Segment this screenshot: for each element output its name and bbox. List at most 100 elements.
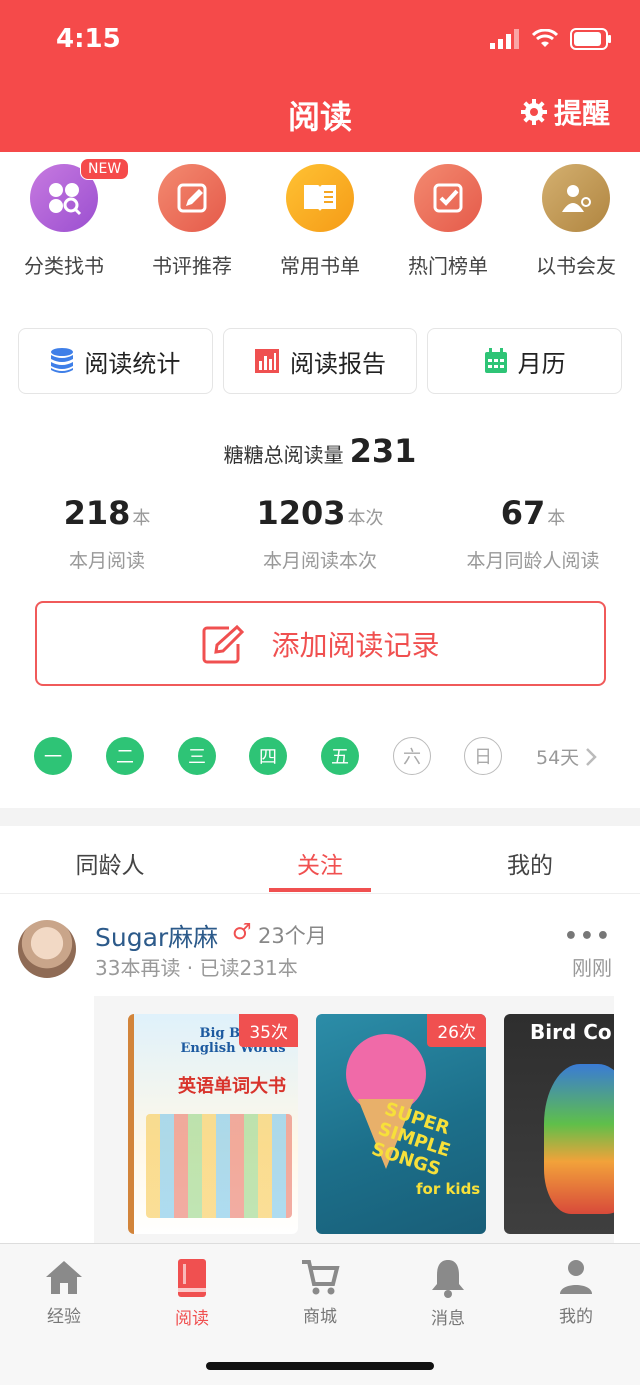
quick-item-label: 以书会友: [536, 254, 616, 278]
quick-item-category[interactable]: NEW 分类找书: [0, 158, 130, 279]
app-header: 4:15 阅读 提醒: [0, 0, 640, 152]
nav-experience[interactable]: 经验: [0, 1258, 128, 1327]
stat-peers[interactable]: 67 本 本月同龄人阅读: [423, 494, 640, 573]
battery-icon: [570, 28, 611, 50]
friend-icon: [542, 164, 610, 232]
tab-peers[interactable]: 同龄人: [30, 846, 190, 880]
read-count-badge: 26次: [427, 1014, 486, 1047]
quick-item-label: 分类找书: [24, 254, 104, 278]
post-username[interactable]: Sugar麻麻: [95, 918, 218, 954]
quick-item-booklist[interactable]: 常用书单: [256, 164, 384, 279]
report-chart-icon: [255, 349, 279, 373]
stat-unit: 本次: [347, 508, 384, 529]
home-icon: [46, 1261, 82, 1294]
book-cover[interactable]: Bird Co: [504, 1014, 614, 1234]
avatar[interactable]: [18, 920, 76, 978]
active-tab-indicator: [269, 888, 371, 892]
bottom-navigation: 经验 阅读 商城 消息 我的: [0, 1243, 640, 1385]
tool-label: 阅读报告: [290, 349, 386, 378]
more-options-icon[interactable]: •••: [564, 924, 612, 949]
gear-icon: [520, 99, 547, 125]
edit-icon: [202, 624, 245, 663]
book-cover-illustration: [146, 1114, 292, 1218]
streak-link[interactable]: 54天: [536, 743, 597, 770]
day-mon[interactable]: 一: [34, 737, 72, 775]
day-sun[interactable]: 日: [464, 737, 502, 775]
stat-label: 本月阅读: [68, 550, 145, 572]
post-meta: 33本再读 · 已读231本: [95, 956, 298, 980]
post-time: 刚刚: [572, 956, 612, 980]
nav-label: 阅读: [175, 1309, 209, 1329]
reading-report-button[interactable]: 阅读报告: [222, 328, 418, 394]
stat-label: 本月同龄人阅读: [466, 550, 600, 572]
nav-messages[interactable]: 消息: [384, 1258, 512, 1329]
status-icons: [490, 28, 612, 50]
book-cover-subtitle: 英语单词大书: [178, 1076, 286, 1097]
day-thu[interactable]: 四: [249, 737, 287, 775]
quick-item-label: 书评推荐: [152, 254, 232, 278]
stat-month-times[interactable]: 1203 本次 本月阅读本次: [210, 494, 430, 573]
book-cover-title: SUPER SIMPLE SONGS: [368, 1098, 453, 1181]
nav-mine[interactable]: 我的: [512, 1258, 640, 1327]
total-label: 糖糖总阅读量: [223, 443, 344, 467]
gender-icon: ♂: [232, 920, 252, 945]
database-icon: [51, 348, 74, 373]
nav-mall[interactable]: 商城: [256, 1258, 384, 1327]
nav-reading[interactable]: 阅读: [128, 1258, 256, 1329]
tool-label: 阅读统计: [84, 349, 181, 378]
stat-value: 67: [500, 494, 546, 532]
book-cover[interactable]: SUPER SIMPLE SONGS for kids 26次: [316, 1014, 486, 1234]
calendar-button[interactable]: 月历: [427, 328, 623, 394]
tab-following[interactable]: 关注: [240, 846, 400, 880]
pen-edit-icon: [158, 164, 226, 232]
quick-item-label: 常用书单: [280, 254, 360, 278]
feed-tabs: 同龄人 关注 我的: [0, 826, 640, 894]
reading-stats-button[interactable]: 阅读统计: [18, 328, 213, 394]
book-carousel[interactable]: Big Book English Words 英语单词大书 35次 SUPER …: [94, 996, 614, 1243]
day-fri[interactable]: 五: [321, 737, 359, 775]
nav-label: 商城: [303, 1307, 337, 1327]
add-record-label: 添加阅读记录: [271, 628, 440, 662]
nav-label: 消息: [431, 1309, 465, 1329]
stat-month-read[interactable]: 218 本 本月阅读: [0, 494, 217, 573]
quick-item-ranking[interactable]: 热门榜单: [384, 164, 512, 279]
book-cover-title: Bird Co: [530, 1020, 612, 1044]
chevron-right-icon: [586, 747, 597, 766]
tool-buttons: 阅读统计 阅读报告 月历: [18, 328, 623, 394]
calendar-icon: [484, 348, 507, 373]
remind-button[interactable]: 提醒: [520, 92, 610, 132]
stat-unit: 本: [547, 508, 566, 529]
day-sat[interactable]: 六: [393, 737, 431, 775]
nav-label: 经验: [47, 1307, 81, 1327]
home-indicator: [206, 1362, 434, 1370]
child-age: 23个月: [258, 924, 327, 948]
day-wed[interactable]: 三: [178, 737, 216, 775]
user-icon: [560, 1260, 592, 1294]
bell-icon: [432, 1260, 464, 1298]
cart-icon: [302, 1260, 340, 1295]
total-reading: 糖糖总阅读量 231: [0, 432, 640, 470]
book-cover-illustration: [544, 1064, 614, 1214]
streak-days: 54天: [536, 747, 580, 769]
book-list-icon: [286, 164, 354, 232]
tab-mine[interactable]: 我的: [450, 846, 610, 880]
day-tue[interactable]: 二: [106, 737, 144, 775]
nav-label: 我的: [559, 1307, 593, 1327]
stat-unit: 本: [132, 508, 151, 529]
add-reading-record-button[interactable]: 添加阅读记录: [35, 601, 606, 686]
quick-entries: NEW 分类找书 书评推荐 常用书单 热门榜单 以书会友: [0, 158, 640, 279]
status-time: 4:15: [56, 24, 121, 54]
quick-item-friends[interactable]: 以书会友: [512, 164, 640, 279]
quick-item-label: 热门榜单: [408, 254, 488, 278]
book-icon: [178, 1259, 206, 1297]
wifi-icon: [532, 29, 558, 47]
quick-item-review[interactable]: 书评推荐: [128, 164, 256, 279]
stat-value: 218: [63, 494, 131, 532]
book-cover-subtitle: for kids: [416, 1180, 481, 1198]
section-divider: [0, 808, 640, 826]
book-cover[interactable]: Big Book English Words 英语单词大书 35次: [128, 1014, 298, 1234]
new-badge: NEW: [80, 158, 130, 180]
stat-label: 本月阅读本次: [262, 550, 377, 572]
read-count-badge: 35次: [239, 1014, 298, 1047]
weekly-checkin: 一 二 三 四 五 六 日 54天: [34, 737, 614, 775]
